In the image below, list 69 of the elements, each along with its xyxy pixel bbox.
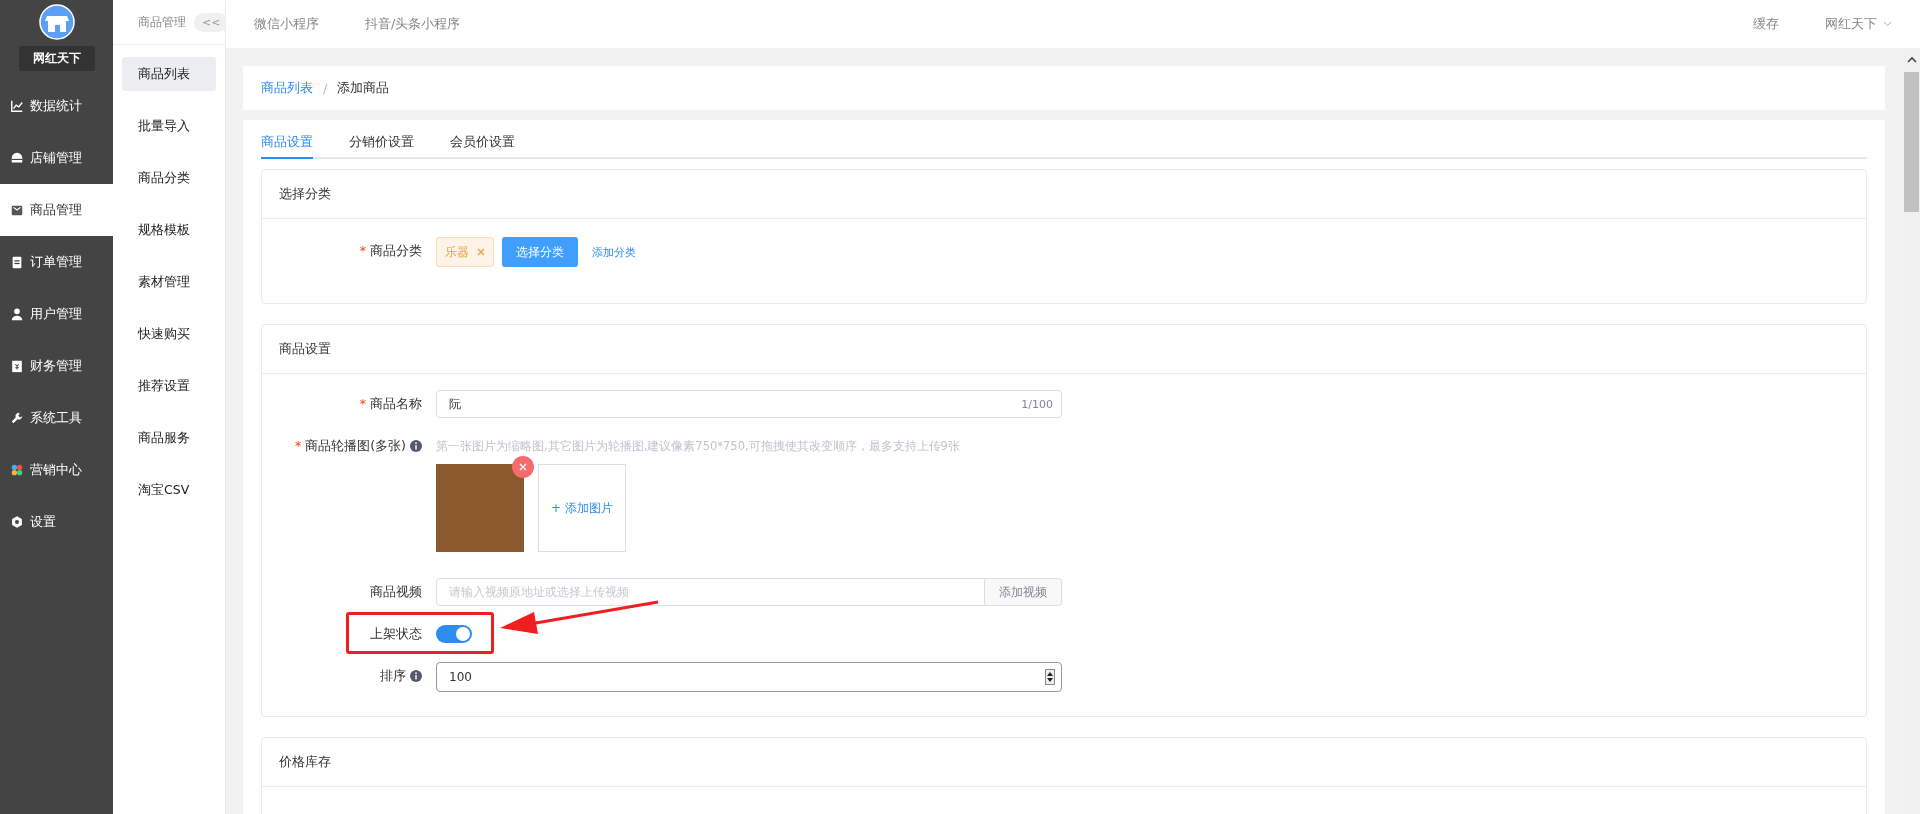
subnav-item[interactable]: 商品分类 bbox=[122, 161, 216, 195]
sidebar-item[interactable]: 营销中心 bbox=[0, 444, 113, 496]
clover-icon bbox=[10, 463, 24, 477]
remove-image-button[interactable] bbox=[512, 456, 534, 478]
envelope-icon bbox=[10, 203, 24, 217]
required-mark: * bbox=[359, 395, 366, 413]
subnav-title: 商品管理 bbox=[138, 13, 186, 31]
required-mark: * bbox=[295, 437, 302, 455]
close-icon bbox=[519, 463, 527, 471]
sidebar-item[interactable]: 用户管理 bbox=[0, 288, 113, 340]
subnav-item[interactable]: 商品列表 bbox=[122, 57, 216, 91]
char-counter: 1/100 bbox=[1021, 397, 1053, 411]
subnav-item[interactable]: 批量导入 bbox=[122, 109, 216, 143]
top-nav-link[interactable]: 抖音/头条小程序 bbox=[365, 15, 461, 33]
chevron-down-icon bbox=[1883, 21, 1892, 27]
field-label: 商品轮播图(多张) bbox=[305, 437, 406, 455]
sidebar-item[interactable]: 数据统计 bbox=[0, 80, 113, 132]
field-label: 商品名称 bbox=[370, 395, 422, 413]
user-icon bbox=[10, 307, 24, 321]
clipboard-icon bbox=[10, 255, 24, 269]
info-icon bbox=[410, 670, 422, 682]
breadcrumb-item: 添加商品 bbox=[337, 79, 390, 97]
user-menu[interactable]: 网红天下 bbox=[1825, 15, 1877, 33]
subnav-item[interactable]: 淘宝CSV bbox=[122, 473, 216, 507]
info-icon bbox=[410, 440, 422, 452]
breadcrumb-item[interactable]: 商品列表 bbox=[261, 79, 313, 97]
required-mark: * bbox=[359, 242, 366, 260]
tab[interactable]: 分销价设置 bbox=[349, 126, 414, 159]
add-image-button[interactable]: + 添加图片 bbox=[538, 464, 626, 552]
sidebar-item[interactable]: 设置 bbox=[0, 496, 113, 548]
store-logo-icon bbox=[38, 4, 75, 40]
name-input[interactable]: 阮 1/100 bbox=[436, 390, 1062, 418]
subnav-item[interactable]: 规格模板 bbox=[122, 213, 216, 247]
close-icon[interactable] bbox=[477, 248, 485, 256]
subnav-item[interactable]: 商品服务 bbox=[122, 421, 216, 455]
cache-link[interactable]: 缓存 bbox=[1753, 15, 1779, 33]
field-label: 商品视频 bbox=[370, 583, 422, 601]
category-tag: 乐器 bbox=[436, 237, 494, 267]
settings-icon bbox=[10, 515, 24, 529]
sidebar-item[interactable]: 财务管理 bbox=[0, 340, 113, 392]
status-toggle[interactable] bbox=[436, 625, 472, 643]
subnav-item[interactable]: 素材管理 bbox=[122, 265, 216, 299]
subnav-item[interactable]: 快速购买 bbox=[122, 317, 216, 351]
sidebar-item[interactable]: 店铺管理 bbox=[0, 132, 113, 184]
field-label: 商品分类 bbox=[370, 242, 422, 260]
wrench-icon bbox=[10, 411, 24, 425]
field-label: 排序 bbox=[380, 667, 406, 685]
field-label: 上架状态 bbox=[370, 625, 422, 643]
spinner-icon[interactable] bbox=[1045, 669, 1055, 685]
breadcrumb-separator: / bbox=[323, 80, 328, 96]
sidebar-item[interactable]: 商品管理 bbox=[0, 184, 113, 236]
panel-title: 选择分类 bbox=[279, 185, 331, 203]
panel-title: 商品设置 bbox=[279, 340, 331, 358]
chart-icon bbox=[10, 99, 24, 113]
subnav-item[interactable]: 推荐设置 bbox=[122, 369, 216, 403]
top-nav-link[interactable]: 微信小程序 bbox=[254, 15, 319, 33]
brand-name: 网红天下 bbox=[18, 46, 95, 71]
tab[interactable]: 商品设置 bbox=[261, 126, 313, 159]
tab[interactable]: 会员价设置 bbox=[450, 126, 515, 159]
sidebar-item[interactable]: 系统工具 bbox=[0, 392, 113, 444]
add-video-button[interactable]: 添加视频 bbox=[985, 578, 1062, 606]
sidebar-item[interactable]: 订单管理 bbox=[0, 236, 113, 288]
sort-input[interactable]: 100 bbox=[436, 662, 1062, 692]
scrollbar-thumb[interactable] bbox=[1904, 72, 1919, 212]
chevron-up-icon bbox=[1906, 56, 1917, 64]
money-icon bbox=[10, 359, 24, 373]
add-category-link[interactable]: 添加分类 bbox=[592, 244, 636, 260]
home-icon bbox=[10, 151, 24, 165]
panel-title: 价格库存 bbox=[279, 753, 331, 771]
